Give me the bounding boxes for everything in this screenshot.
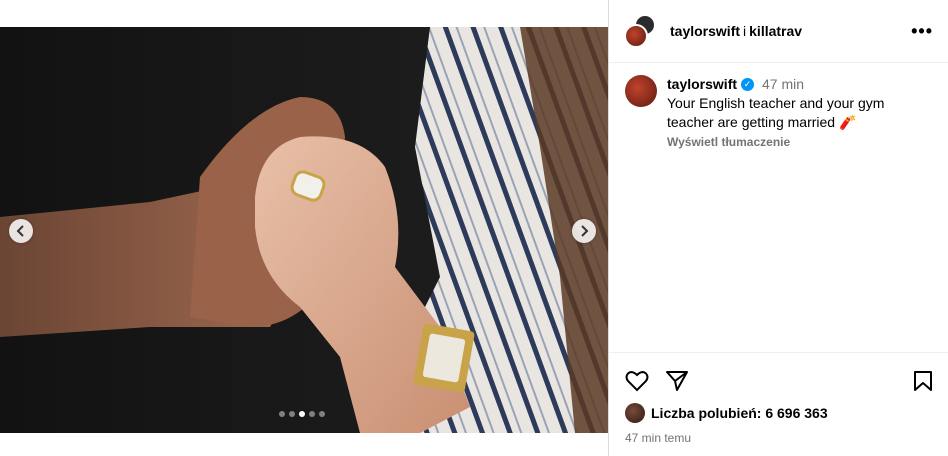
- carousel-dot: [289, 411, 295, 417]
- caption-username[interactable]: taylorswift: [667, 75, 737, 94]
- share-button[interactable]: [665, 370, 689, 392]
- post-header: taylorswift i killatrav •••: [609, 0, 948, 63]
- username-link[interactable]: killatrav: [749, 23, 802, 39]
- post-footer: Liczba polubień: 6 696 363 47 min temu: [609, 352, 948, 456]
- chevron-left-icon: [16, 225, 24, 237]
- collab-avatars[interactable]: [624, 14, 658, 48]
- carousel-dot-active: [299, 411, 305, 417]
- carousel-dot: [319, 411, 325, 417]
- likes-summary[interactable]: Liczba polubień: 6 696 363: [625, 403, 933, 423]
- likes-count: Liczba polubień: 6 696 363: [651, 405, 828, 421]
- collab-usernames: taylorswift i killatrav: [670, 23, 911, 39]
- username-link[interactable]: taylorswift: [670, 23, 740, 39]
- post-caption: taylorswift ✓ 47 min Your English teache…: [609, 63, 948, 152]
- avatar: [625, 403, 645, 423]
- more-options-icon[interactable]: •••: [911, 21, 933, 42]
- carousel-prev-button[interactable]: [9, 219, 33, 243]
- post-photo[interactable]: [0, 27, 608, 433]
- save-button[interactable]: [913, 370, 933, 392]
- avatar: [624, 24, 648, 48]
- carousel-indicator: [279, 411, 325, 417]
- avatar[interactable]: [625, 75, 657, 107]
- translate-link[interactable]: Wyświetl tłumaczenie: [667, 133, 897, 152]
- like-button[interactable]: [625, 370, 649, 392]
- carousel-next-button[interactable]: [572, 219, 596, 243]
- collab-separator: i: [743, 23, 747, 39]
- action-bar: [625, 367, 933, 395]
- post-side-panel: taylorswift i killatrav ••• taylorswift ✓ …: [608, 0, 948, 456]
- bookmark-icon: [914, 371, 932, 391]
- carousel-dot: [309, 411, 315, 417]
- verified-badge-icon: ✓: [741, 78, 755, 91]
- carousel-dot: [279, 411, 285, 417]
- photo-hands-ring: [0, 27, 608, 433]
- post-timestamp: 47 min temu: [625, 431, 692, 445]
- caption-text: Your English teacher and your gym teache…: [667, 95, 885, 130]
- chevron-right-icon: [581, 225, 589, 237]
- send-icon: [666, 371, 688, 391]
- caption-time: 47 min: [762, 76, 805, 92]
- post-media: [0, 0, 608, 456]
- heart-icon: [625, 371, 649, 392]
